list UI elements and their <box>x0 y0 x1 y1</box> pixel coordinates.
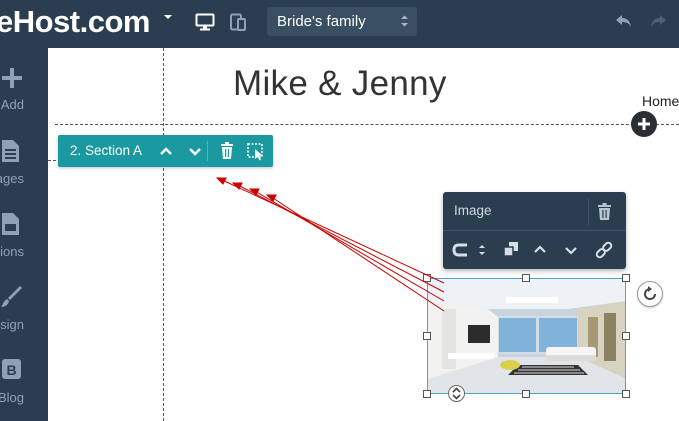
brush-icon <box>1 286 22 307</box>
section-move-down-button[interactable] <box>182 135 208 167</box>
undo-icon[interactable] <box>614 12 634 30</box>
image-link-button[interactable] <box>591 236 617 264</box>
sections-icon <box>2 213 19 235</box>
trash-icon <box>598 203 611 220</box>
logo-text[interactable]: eHost.com <box>0 3 150 41</box>
rotate-button[interactable] <box>637 281 663 307</box>
desktop-view-icon[interactable] <box>195 13 215 31</box>
sidebar-item-pages[interactable]: Pages <box>0 136 48 206</box>
page-select[interactable]: Bride's family <box>267 7 417 36</box>
select-arrows-icon <box>401 15 408 27</box>
toolbar-divider <box>588 198 589 226</box>
sidebar-item-label: Add <box>0 97 24 112</box>
image-delete-button[interactable] <box>592 198 618 226</box>
sidebar-item-design[interactable]: Design <box>0 282 48 352</box>
mobile-view-icon[interactable] <box>229 13 247 31</box>
image-toolbar: Image <box>443 192 626 269</box>
image-move-down-button[interactable] <box>558 236 584 264</box>
sidebar-item-label: Pages <box>0 171 24 186</box>
toolbar-divider <box>207 141 208 161</box>
layers-icon <box>503 242 518 257</box>
section-delete-button[interactable] <box>214 135 240 167</box>
sidebar-item-sections[interactable]: Sections <box>0 209 48 279</box>
trash-icon <box>221 142 233 159</box>
resize-handle-nw[interactable] <box>423 274 431 282</box>
image-arrange-button[interactable] <box>499 236 525 264</box>
magnet-icon <box>452 243 485 257</box>
top-bar: eHost.com Bride's family <box>0 0 679 48</box>
left-sidebar: Add Pages Sections Design <box>0 48 48 421</box>
logo-dropdown-icon[interactable] <box>163 13 173 21</box>
section-move-up-button[interactable] <box>153 135 179 167</box>
resize-handle-n[interactable] <box>522 274 530 282</box>
image-adjust-handle[interactable] <box>448 385 465 402</box>
section-guide-vertical <box>163 48 164 421</box>
toolbar-divider <box>443 230 626 231</box>
up-down-icon <box>452 387 461 400</box>
page-icon <box>2 140 19 162</box>
link-icon <box>595 241 613 259</box>
chevron-down-icon <box>565 247 577 255</box>
add-section-button[interactable] <box>631 111 657 137</box>
resize-handle-ne[interactable] <box>622 274 630 282</box>
resize-handle-sw[interactable] <box>423 390 431 398</box>
chevron-up-icon <box>160 147 172 155</box>
plus-icon <box>2 68 22 88</box>
section-select-button[interactable] <box>243 135 269 167</box>
room-photo <box>428 279 625 393</box>
resize-handle-e[interactable] <box>622 332 630 340</box>
svg-text:B: B <box>6 362 16 378</box>
site-title[interactable]: Mike & Jenny <box>233 64 447 104</box>
sidebar-item-label: Blog <box>0 390 24 405</box>
resize-handle-w[interactable] <box>423 332 431 340</box>
selected-image[interactable] <box>427 278 626 394</box>
sidebar-item-label: Sections <box>0 244 24 259</box>
section-name[interactable]: 2. Section A <box>70 135 142 167</box>
editor-root: eHost.com Bride's family Add ges ions si… <box>0 0 679 421</box>
image-snap-button[interactable] <box>451 236 491 264</box>
sidebar-item-add[interactable]: Add <box>0 62 48 132</box>
nav-link-home[interactable]: Home <box>642 93 679 109</box>
chevron-down-icon <box>189 148 201 156</box>
resize-handle-s[interactable] <box>522 390 530 398</box>
sidebar-item-label: Design <box>0 317 24 332</box>
sidebar-item-blog[interactable]: B Blog <box>0 355 48 421</box>
image-toolbar-title: Image <box>454 203 492 218</box>
chevron-up-icon <box>534 245 546 253</box>
redo-icon[interactable] <box>648 12 668 30</box>
image-move-up-button[interactable] <box>527 236 553 264</box>
rotate-icon <box>644 286 656 300</box>
plus-icon <box>638 118 650 130</box>
select-area-icon <box>247 143 263 161</box>
resize-handle-se[interactable] <box>622 390 630 398</box>
blog-icon: B <box>2 359 21 379</box>
page-select-value: Bride's family <box>277 13 366 30</box>
section-toolbar: 2. Section A <box>58 135 273 167</box>
section-guide-horizontal <box>55 124 679 125</box>
section-guide-stub <box>48 160 56 161</box>
